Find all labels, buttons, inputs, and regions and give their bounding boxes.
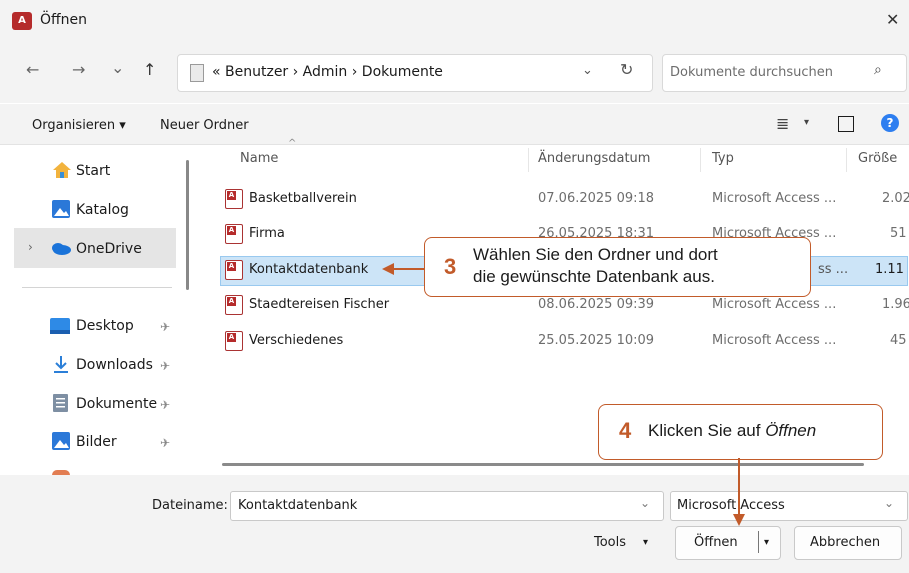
view-dropdown-icon[interactable]: ▾	[804, 117, 809, 128]
callout-4-arrow-line	[738, 458, 740, 518]
filename-value[interactable]: Kontaktdatenbank	[238, 498, 357, 513]
command-bar	[0, 104, 909, 145]
navigation-pane	[0, 145, 190, 475]
pin-icon: ✈	[160, 398, 171, 412]
access-file-icon	[225, 260, 243, 280]
refresh-icon[interactable]: ↻	[620, 60, 633, 79]
desktop-icon	[50, 318, 70, 334]
file-type: Microsoft Access ...	[712, 191, 837, 206]
callout-4-number: 4	[619, 418, 632, 443]
file-name[interactable]: Kontaktdatenbank	[249, 262, 368, 277]
view-options-icon[interactable]: ≣	[776, 114, 789, 133]
file-name[interactable]: Firma	[249, 226, 285, 241]
callout-4-arrowhead-icon	[733, 514, 745, 526]
callout-3-line1: Wählen Sie den Ordner und dort	[473, 245, 718, 264]
breadcrumb[interactable]: « Benutzer › Admin › Dokumente	[212, 64, 443, 80]
column-header-name[interactable]: Name	[240, 151, 278, 166]
pictures-icon	[52, 432, 70, 450]
column-divider[interactable]	[700, 148, 701, 172]
up-icon[interactable]: ↑	[143, 60, 156, 79]
callout-3-arrowhead-icon	[382, 263, 394, 275]
open-button-label[interactable]: Öffnen	[694, 535, 738, 550]
preview-pane-icon[interactable]	[838, 116, 854, 132]
column-header-date[interactable]: Änderungsdatum	[538, 151, 650, 166]
sidebar-item-bilder[interactable]: Bilder	[76, 434, 117, 450]
cancel-button-label[interactable]: Abbrechen	[810, 535, 880, 550]
pin-icon: ✈	[160, 320, 171, 334]
sort-indicator-icon: ^	[288, 138, 297, 149]
callout-4-text: Klicken Sie auf Öffnen	[648, 420, 816, 442]
split-divider	[758, 531, 759, 553]
title-bar	[0, 0, 909, 46]
access-file-icon	[225, 295, 243, 315]
sidebar-item-dokumente[interactable]: Dokumente	[76, 396, 157, 412]
sidebar-item-onedrive[interactable]: OneDrive	[76, 241, 142, 257]
file-date: 08.06.2025 09:39	[538, 297, 655, 312]
help-icon[interactable]: ?	[881, 114, 899, 132]
callout-3-arrow-line	[392, 268, 425, 270]
file-type: ss ...	[818, 262, 849, 277]
file-type: Microsoft Access ...	[712, 297, 837, 312]
document-icon	[53, 394, 68, 412]
organize-button[interactable]: Organisieren ▾	[32, 118, 126, 133]
column-header-size[interactable]: Größe	[858, 151, 897, 166]
column-divider[interactable]	[846, 148, 847, 172]
recent-locations-icon[interactable]: ⌄	[111, 58, 124, 77]
search-input[interactable]: Dokumente durchsuchen	[670, 65, 833, 80]
file-size: 2.02	[882, 191, 909, 206]
column-divider[interactable]	[528, 148, 529, 172]
sidebar-item-desktop[interactable]: Desktop	[76, 318, 134, 334]
pin-icon: ✈	[160, 359, 171, 373]
folder-location-icon	[190, 64, 204, 82]
filetype-dropdown-icon[interactable]: ⌄	[884, 496, 894, 510]
file-size: 51	[890, 226, 907, 241]
file-name[interactable]: Basketballverein	[249, 191, 357, 206]
new-folder-button[interactable]: Neuer Ordner	[160, 118, 249, 133]
pin-icon: ✈	[160, 436, 171, 450]
file-size: 1.11	[875, 262, 904, 277]
filename-dropdown-icon[interactable]: ⌄	[640, 496, 650, 510]
filetype-value[interactable]: Microsoft Access	[677, 498, 785, 513]
close-icon[interactable]: ✕	[886, 10, 899, 29]
file-size: 45	[890, 333, 907, 348]
window-title: Öffnen	[40, 12, 88, 28]
callout-3-line2: die gewünschte Datenbank aus.	[473, 267, 715, 286]
access-file-icon	[225, 331, 243, 351]
horizontal-scrollbar[interactable]	[222, 463, 864, 466]
access-file-icon	[225, 189, 243, 209]
file-name[interactable]: Verschiedenes	[249, 333, 343, 348]
file-date: 07.06.2025 09:18	[538, 191, 655, 206]
search-icon[interactable]: ⌕	[874, 62, 882, 78]
sidebar-item-start[interactable]: Start	[76, 163, 110, 179]
cloud-icon	[52, 243, 71, 255]
callout-4-emphasis: Öffnen	[765, 421, 817, 440]
sidebar-item-downloads[interactable]: Downloads	[76, 357, 153, 373]
download-icon	[54, 356, 68, 373]
address-dropdown-icon[interactable]: ⌄	[582, 63, 593, 78]
sidebar-item-katalog[interactable]: Katalog	[76, 202, 129, 218]
open-dropdown-icon[interactable]: ▾	[764, 537, 769, 548]
forward-icon[interactable]: →	[72, 60, 85, 79]
open-dialog: A Öffnen ✕ ← → ⌄ ↑ « Benutzer › Admin › …	[0, 0, 909, 573]
sidebar-scrollbar[interactable]	[186, 160, 189, 290]
sidebar-divider	[22, 287, 172, 288]
tools-button[interactable]: Tools	[594, 535, 626, 550]
back-icon[interactable]: ←	[26, 60, 39, 79]
gallery-icon	[52, 200, 70, 218]
file-size: 1.96	[882, 297, 909, 312]
callout-3-number: 3	[444, 254, 457, 279]
filename-label: Dateiname:	[152, 498, 228, 513]
column-header-type[interactable]: Typ	[712, 151, 734, 166]
file-date: 25.05.2025 10:09	[538, 333, 655, 348]
access-icon: A	[12, 12, 32, 30]
file-name[interactable]: Staedtereisen Fischer	[249, 297, 389, 312]
home-icon	[53, 162, 71, 178]
callout-4-label: Klicken Sie auf	[648, 421, 766, 440]
file-type: Microsoft Access ...	[712, 333, 837, 348]
access-file-icon	[225, 224, 243, 244]
expand-chevron-icon[interactable]: ›	[28, 240, 33, 254]
tools-dropdown-icon[interactable]: ▾	[643, 537, 648, 548]
